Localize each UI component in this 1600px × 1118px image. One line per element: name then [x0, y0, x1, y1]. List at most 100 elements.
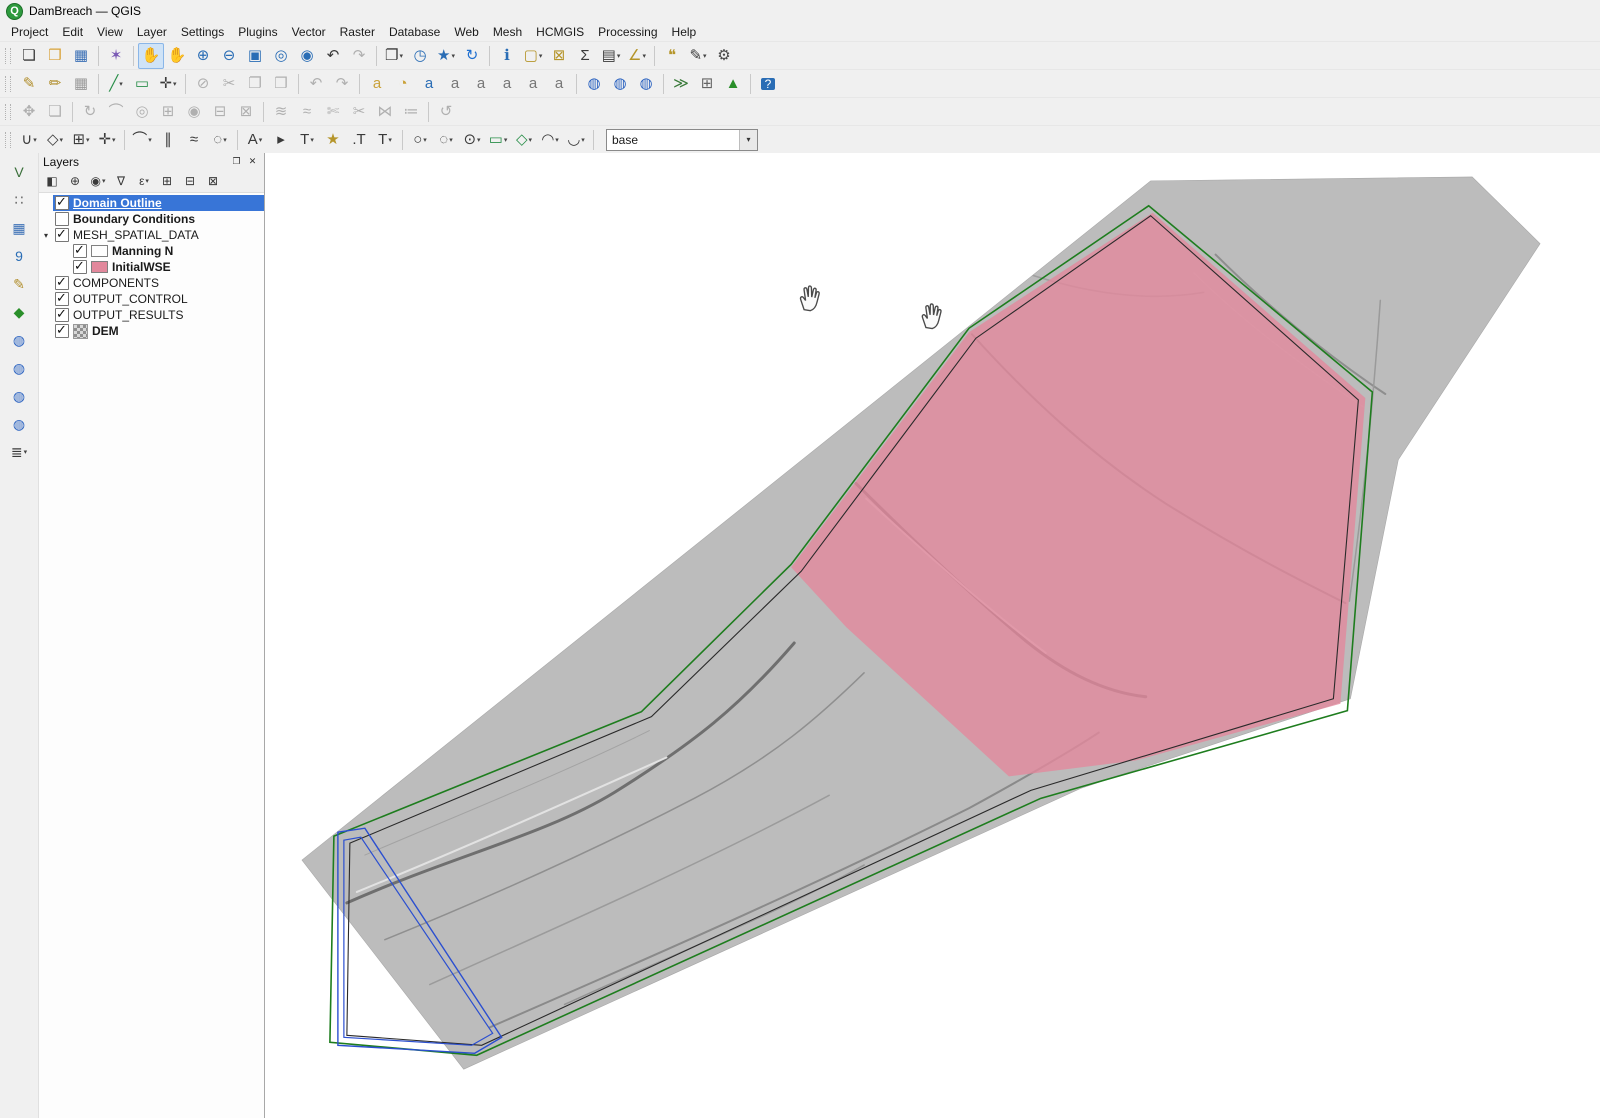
collapse-all[interactable]: ⊟ — [179, 170, 201, 192]
new-annotation[interactable]: ✎▾ — [685, 43, 711, 69]
add-line-feature[interactable]: ╱▾ — [103, 71, 129, 97]
circular-string-dropdown[interactable]: ▾ — [555, 136, 559, 144]
python-console[interactable]: ≫ — [668, 71, 694, 97]
menu-processing[interactable]: Processing — [591, 24, 664, 40]
menu-layer[interactable]: Layer — [130, 24, 174, 40]
open-project[interactable]: ❒ — [42, 43, 68, 69]
current-edits[interactable]: ✎ — [16, 71, 42, 97]
snapping-type[interactable]: ◇▾ — [42, 127, 68, 153]
regular-polygon[interactable]: ◇▾ — [511, 127, 537, 153]
layer-visibility-checkbox[interactable] — [55, 228, 69, 242]
add-raster-layer[interactable]: ∷ — [6, 187, 32, 213]
open-attribute-table-dropdown[interactable]: ▾ — [617, 52, 621, 60]
street-view[interactable]: ◍ — [633, 71, 659, 97]
add-wfs-layer[interactable]: ◍ — [6, 411, 32, 437]
geocoding[interactable]: ◍ — [607, 71, 633, 97]
vertex-tool[interactable]: ✛▾ — [155, 71, 181, 97]
layer-label[interactable]: Manning N — [112, 244, 173, 258]
topological-editing[interactable]: ⊞▾ — [68, 127, 94, 153]
menu-project[interactable]: Project — [4, 24, 55, 40]
vector-layer-item[interactable]: Domain Outline — [53, 195, 264, 211]
menu-mesh[interactable]: Mesh — [486, 24, 529, 40]
layer-visibility-checkbox[interactable] — [55, 196, 69, 210]
filter-by-expression-dropdown[interactable]: ▾ — [145, 177, 149, 185]
map-tips[interactable]: ❝ — [659, 43, 685, 69]
new-annotation-dropdown[interactable]: ▾ — [703, 52, 707, 60]
regular-polygon-dropdown[interactable]: ▾ — [529, 136, 533, 144]
toggle-editing[interactable]: ✏ — [42, 71, 68, 97]
zoom-last[interactable]: ↶ — [320, 43, 346, 69]
enable-tracing-dropdown[interactable]: ▾ — [148, 136, 152, 144]
add-polygon-feature[interactable]: ▭ — [129, 71, 155, 97]
filter-by-expression[interactable]: ε▾ — [133, 170, 155, 192]
zoom-in[interactable]: ⊕ — [190, 43, 216, 69]
circle-from-2-points-dropdown[interactable]: ▾ — [423, 136, 427, 144]
layer-label[interactable]: DEM — [92, 324, 119, 338]
manage-map-themes-dropdown[interactable]: ▾ — [102, 177, 106, 185]
add-line-feature-dropdown[interactable]: ▾ — [119, 80, 123, 88]
show-hide-labels[interactable]: a — [468, 71, 494, 97]
new-map-view[interactable]: ❐▾ — [381, 43, 407, 69]
save-project[interactable]: ▦ — [68, 43, 94, 69]
layer-label[interactable]: InitialWSE — [112, 260, 171, 274]
menu-edit[interactable]: Edit — [55, 24, 90, 40]
menu-database[interactable]: Database — [382, 24, 447, 40]
processing-toolbox[interactable]: ⚙ — [711, 43, 737, 69]
menu-web[interactable]: Web — [447, 24, 485, 40]
menu-raster[interactable]: Raster — [333, 24, 382, 40]
layer-label[interactable]: OUTPUT_CONTROL — [73, 292, 188, 306]
curve-polygon[interactable]: ◡▾ — [563, 127, 589, 153]
new-text-along-line[interactable]: .T — [346, 127, 372, 153]
layer-label[interactable]: Domain Outline — [73, 196, 162, 210]
menu-hcmgis[interactable]: HCMGIS — [529, 24, 591, 40]
dock-panel[interactable]: ❐ — [229, 154, 244, 169]
stream-digitizing[interactable]: ≈ — [181, 127, 207, 153]
enable-tracing[interactable]: ⌒▾ — [129, 127, 155, 153]
layer-visibility-checkbox[interactable] — [55, 212, 69, 226]
zoom-full[interactable]: ▣ — [242, 43, 268, 69]
rotate-label[interactable]: a — [520, 71, 546, 97]
new-project[interactable]: ❏ — [16, 43, 42, 69]
manage-map-themes[interactable]: ◉▾ — [87, 170, 109, 192]
vertex-tool-dropdown[interactable]: ▾ — [173, 80, 177, 88]
raster-layer-item[interactable]: DEM — [53, 323, 264, 339]
statistical-summary[interactable]: Σ — [572, 43, 598, 69]
topological-editing-dropdown[interactable]: ▾ — [86, 136, 90, 144]
highlight-pinned-labels[interactable]: a — [416, 71, 442, 97]
move-label-diagram[interactable]: a — [494, 71, 520, 97]
remove-layer[interactable]: ⊠ — [202, 170, 224, 192]
layer-label[interactable]: COMPONENTS — [73, 276, 159, 290]
map-viewport[interactable] — [265, 153, 1600, 1118]
menu-help[interactable]: Help — [665, 24, 704, 40]
add-mesh-layer[interactable]: ▦ — [6, 215, 32, 241]
zoom-to-layer[interactable]: ◉ — [294, 43, 320, 69]
circle-from-3-points[interactable]: ◌▾ — [433, 127, 459, 153]
map-theme-combobox[interactable]: base▾ — [606, 129, 758, 151]
deselect-features[interactable]: ⊠ — [546, 43, 572, 69]
toolbar-grip[interactable] — [5, 76, 11, 92]
refresh-map[interactable]: ↻ — [459, 43, 485, 69]
annotation-properties-dropdown[interactable]: ▾ — [388, 136, 392, 144]
select-features-dropdown[interactable]: ▾ — [539, 52, 543, 60]
group-expander[interactable]: ▾ — [39, 227, 53, 243]
select-annotation[interactable]: ▸ — [268, 127, 294, 153]
layer-visibility-checkbox[interactable] — [55, 308, 69, 322]
layer-label[interactable]: OUTPUT_RESULTS — [73, 308, 183, 322]
add-group[interactable]: ⊕ — [64, 170, 86, 192]
menu-plugins[interactable]: Plugins — [231, 24, 284, 40]
layer-symbology-swatch[interactable] — [91, 261, 108, 273]
new-spatial-bookmark[interactable]: ★▾ — [433, 43, 459, 69]
layer-symbology-swatch[interactable] — [91, 245, 108, 257]
measure-line[interactable]: ∠▾ — [624, 43, 650, 69]
add-xyz-layer[interactable]: ◍ — [6, 383, 32, 409]
layer-diagram-options[interactable]: ◔ — [390, 71, 416, 97]
map-canvas[interactable] — [265, 153, 1600, 1118]
toolbar-grip[interactable] — [5, 48, 11, 64]
add-scratch-layer[interactable]: ✎ — [6, 271, 32, 297]
main-annotation-layer-dropdown[interactable]: ▾ — [259, 136, 263, 144]
zoom-to-selection[interactable]: ◎ — [268, 43, 294, 69]
pan-map[interactable]: ✋ — [138, 43, 164, 69]
new-text-annotation-dropdown[interactable]: ▾ — [310, 136, 314, 144]
pin-unpin-labels[interactable]: a — [442, 71, 468, 97]
add-postgis-layer[interactable]: ◍ — [6, 327, 32, 353]
